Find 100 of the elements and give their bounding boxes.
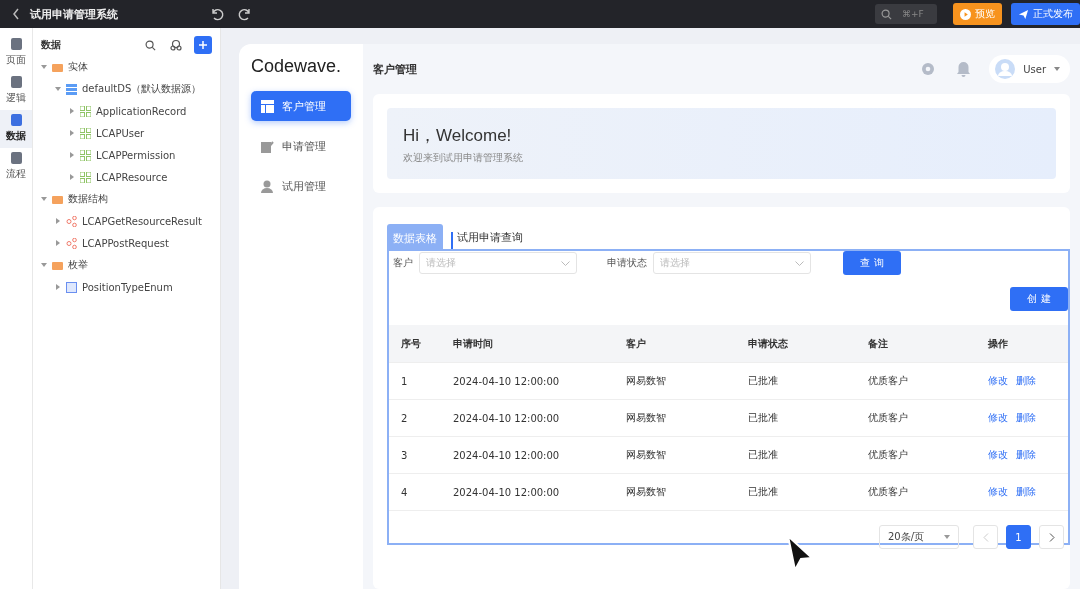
add-button[interactable]: [194, 36, 212, 54]
item-icon: [52, 193, 63, 205]
page-button[interactable]: 1: [1006, 525, 1031, 549]
table-cell-text: 网易数智: [626, 374, 667, 388]
action-link[interactable]: 删除: [1016, 448, 1036, 462]
caret-icon[interactable]: [41, 64, 47, 70]
caret-icon[interactable]: [41, 196, 47, 202]
nav-icon: [261, 179, 274, 193]
nav-item[interactable]: 试用管理: [251, 171, 351, 201]
component-tag: 数据表格: [387, 224, 443, 249]
table-cell-text: 已批准: [748, 411, 779, 425]
action-link[interactable]: 修改: [988, 374, 1008, 388]
tree-item[interactable]: 实体: [33, 56, 220, 78]
next-page-button[interactable]: [1039, 525, 1064, 549]
create-button[interactable]: 创 建: [1010, 287, 1068, 311]
action-link[interactable]: 删除: [1016, 485, 1036, 499]
user-menu[interactable]: User: [989, 55, 1070, 83]
table-cell-text: 优质客户: [868, 448, 909, 462]
query-button[interactable]: 查 询: [843, 251, 901, 275]
nav-item[interactable]: 客户管理: [251, 91, 351, 121]
chevron-right-icon: [1048, 532, 1055, 542]
tree-item[interactable]: 枚举: [33, 254, 220, 276]
rail-tab[interactable]: 流程: [0, 148, 32, 186]
action-link[interactable]: 修改: [988, 485, 1008, 499]
bell-icon[interactable]: [956, 61, 972, 77]
settings-icon[interactable]: [920, 61, 937, 77]
item-icon: [80, 171, 91, 183]
table-cell-text: 4: [401, 486, 409, 498]
caret-icon[interactable]: [55, 218, 61, 224]
nav-icon: [261, 99, 274, 113]
tree-item[interactable]: LCAPPostRequest: [33, 232, 220, 254]
tree-item[interactable]: 数据结构: [33, 188, 220, 210]
caret-icon: [944, 535, 950, 539]
tree-item[interactable]: LCAPResource: [33, 166, 220, 188]
rail-icon: [9, 151, 23, 165]
caret-icon[interactable]: [55, 86, 61, 92]
table-cell-text: 已批准: [748, 448, 779, 462]
item-icon: [80, 149, 91, 161]
rail-tab[interactable]: 数据: [0, 110, 32, 148]
search-icon[interactable]: [145, 39, 156, 51]
back-icon[interactable]: [12, 8, 20, 20]
section-title: 试用申请查询: [451, 232, 523, 249]
welcome-subtitle: 欢迎来到试用申请管理系统: [403, 151, 524, 165]
item-icon: [66, 215, 77, 227]
caret-icon[interactable]: [69, 130, 75, 136]
chevron-down-icon: [795, 260, 804, 266]
rail-tab[interactable]: 逻辑: [0, 72, 32, 110]
publish-button[interactable]: 正式发布: [1011, 3, 1080, 25]
item-icon: [66, 281, 77, 293]
page-title: 客户管理: [373, 61, 417, 77]
column-header: 客户: [626, 336, 647, 351]
item-icon: [66, 237, 77, 249]
action-link[interactable]: 删除: [1016, 374, 1036, 388]
table-cell-text: 2024-04-10 12:00:00: [453, 486, 561, 498]
tree-item[interactable]: defaultDS（默认数据源）: [33, 78, 220, 100]
rail-tab[interactable]: 页面: [0, 34, 32, 72]
item-icon: [52, 259, 63, 271]
tree-item[interactable]: LCAPGetResourceResult: [33, 210, 220, 232]
undo-icon[interactable]: [210, 7, 224, 21]
caret-icon[interactable]: [69, 152, 75, 158]
item-icon: [80, 127, 91, 139]
table-cell-text: 已批准: [748, 374, 779, 388]
table-cell-text: 2024-04-10 12:00:00: [453, 375, 561, 387]
nav-item[interactable]: 申请管理: [251, 131, 351, 161]
nav-icon: [261, 139, 274, 153]
table-cell-text: 优质客户: [868, 374, 909, 388]
rail-icon: [9, 75, 23, 89]
page-size-select[interactable]: 20条/页: [879, 525, 959, 549]
app-title: 试用申请管理系统: [30, 6, 118, 22]
caret-icon[interactable]: [69, 108, 75, 114]
search-icon: [881, 8, 892, 20]
avatar-icon: [995, 59, 1016, 79]
table-cell-text: 网易数智: [626, 448, 667, 462]
filter-label: 申请状态: [607, 256, 647, 270]
action-link[interactable]: 修改: [988, 411, 1008, 425]
redo-icon[interactable]: [238, 7, 252, 21]
caret-icon[interactable]: [55, 284, 61, 290]
shapes-icon[interactable]: [170, 39, 182, 51]
table-cell-text: 网易数智: [626, 485, 667, 499]
column-header: 备注: [868, 336, 889, 351]
table-cell-text: 优质客户: [868, 485, 909, 499]
chevron-down-icon: [561, 260, 570, 266]
caret-icon[interactable]: [69, 174, 75, 180]
item-icon: [52, 61, 63, 73]
column-header: 申请状态: [748, 336, 789, 351]
column-header: 申请时间: [453, 336, 494, 351]
paper-plane-icon: [1018, 8, 1029, 20]
play-icon: [960, 8, 971, 20]
action-link[interactable]: 删除: [1016, 411, 1036, 425]
item-icon: [80, 105, 91, 117]
welcome-title: Hi，Welcome!: [403, 125, 513, 147]
caret-icon[interactable]: [55, 240, 61, 246]
tree-item[interactable]: LCAPPermission: [33, 144, 220, 166]
tree-item[interactable]: ApplicationRecord: [33, 100, 220, 122]
caret-icon[interactable]: [41, 262, 47, 268]
action-link[interactable]: 修改: [988, 448, 1008, 462]
tree-item[interactable]: LCAPUser: [33, 122, 220, 144]
caret-icon: [1054, 67, 1060, 71]
panel-title: 数据: [41, 38, 61, 52]
tree-item[interactable]: PositionTypeEnum: [33, 276, 220, 298]
